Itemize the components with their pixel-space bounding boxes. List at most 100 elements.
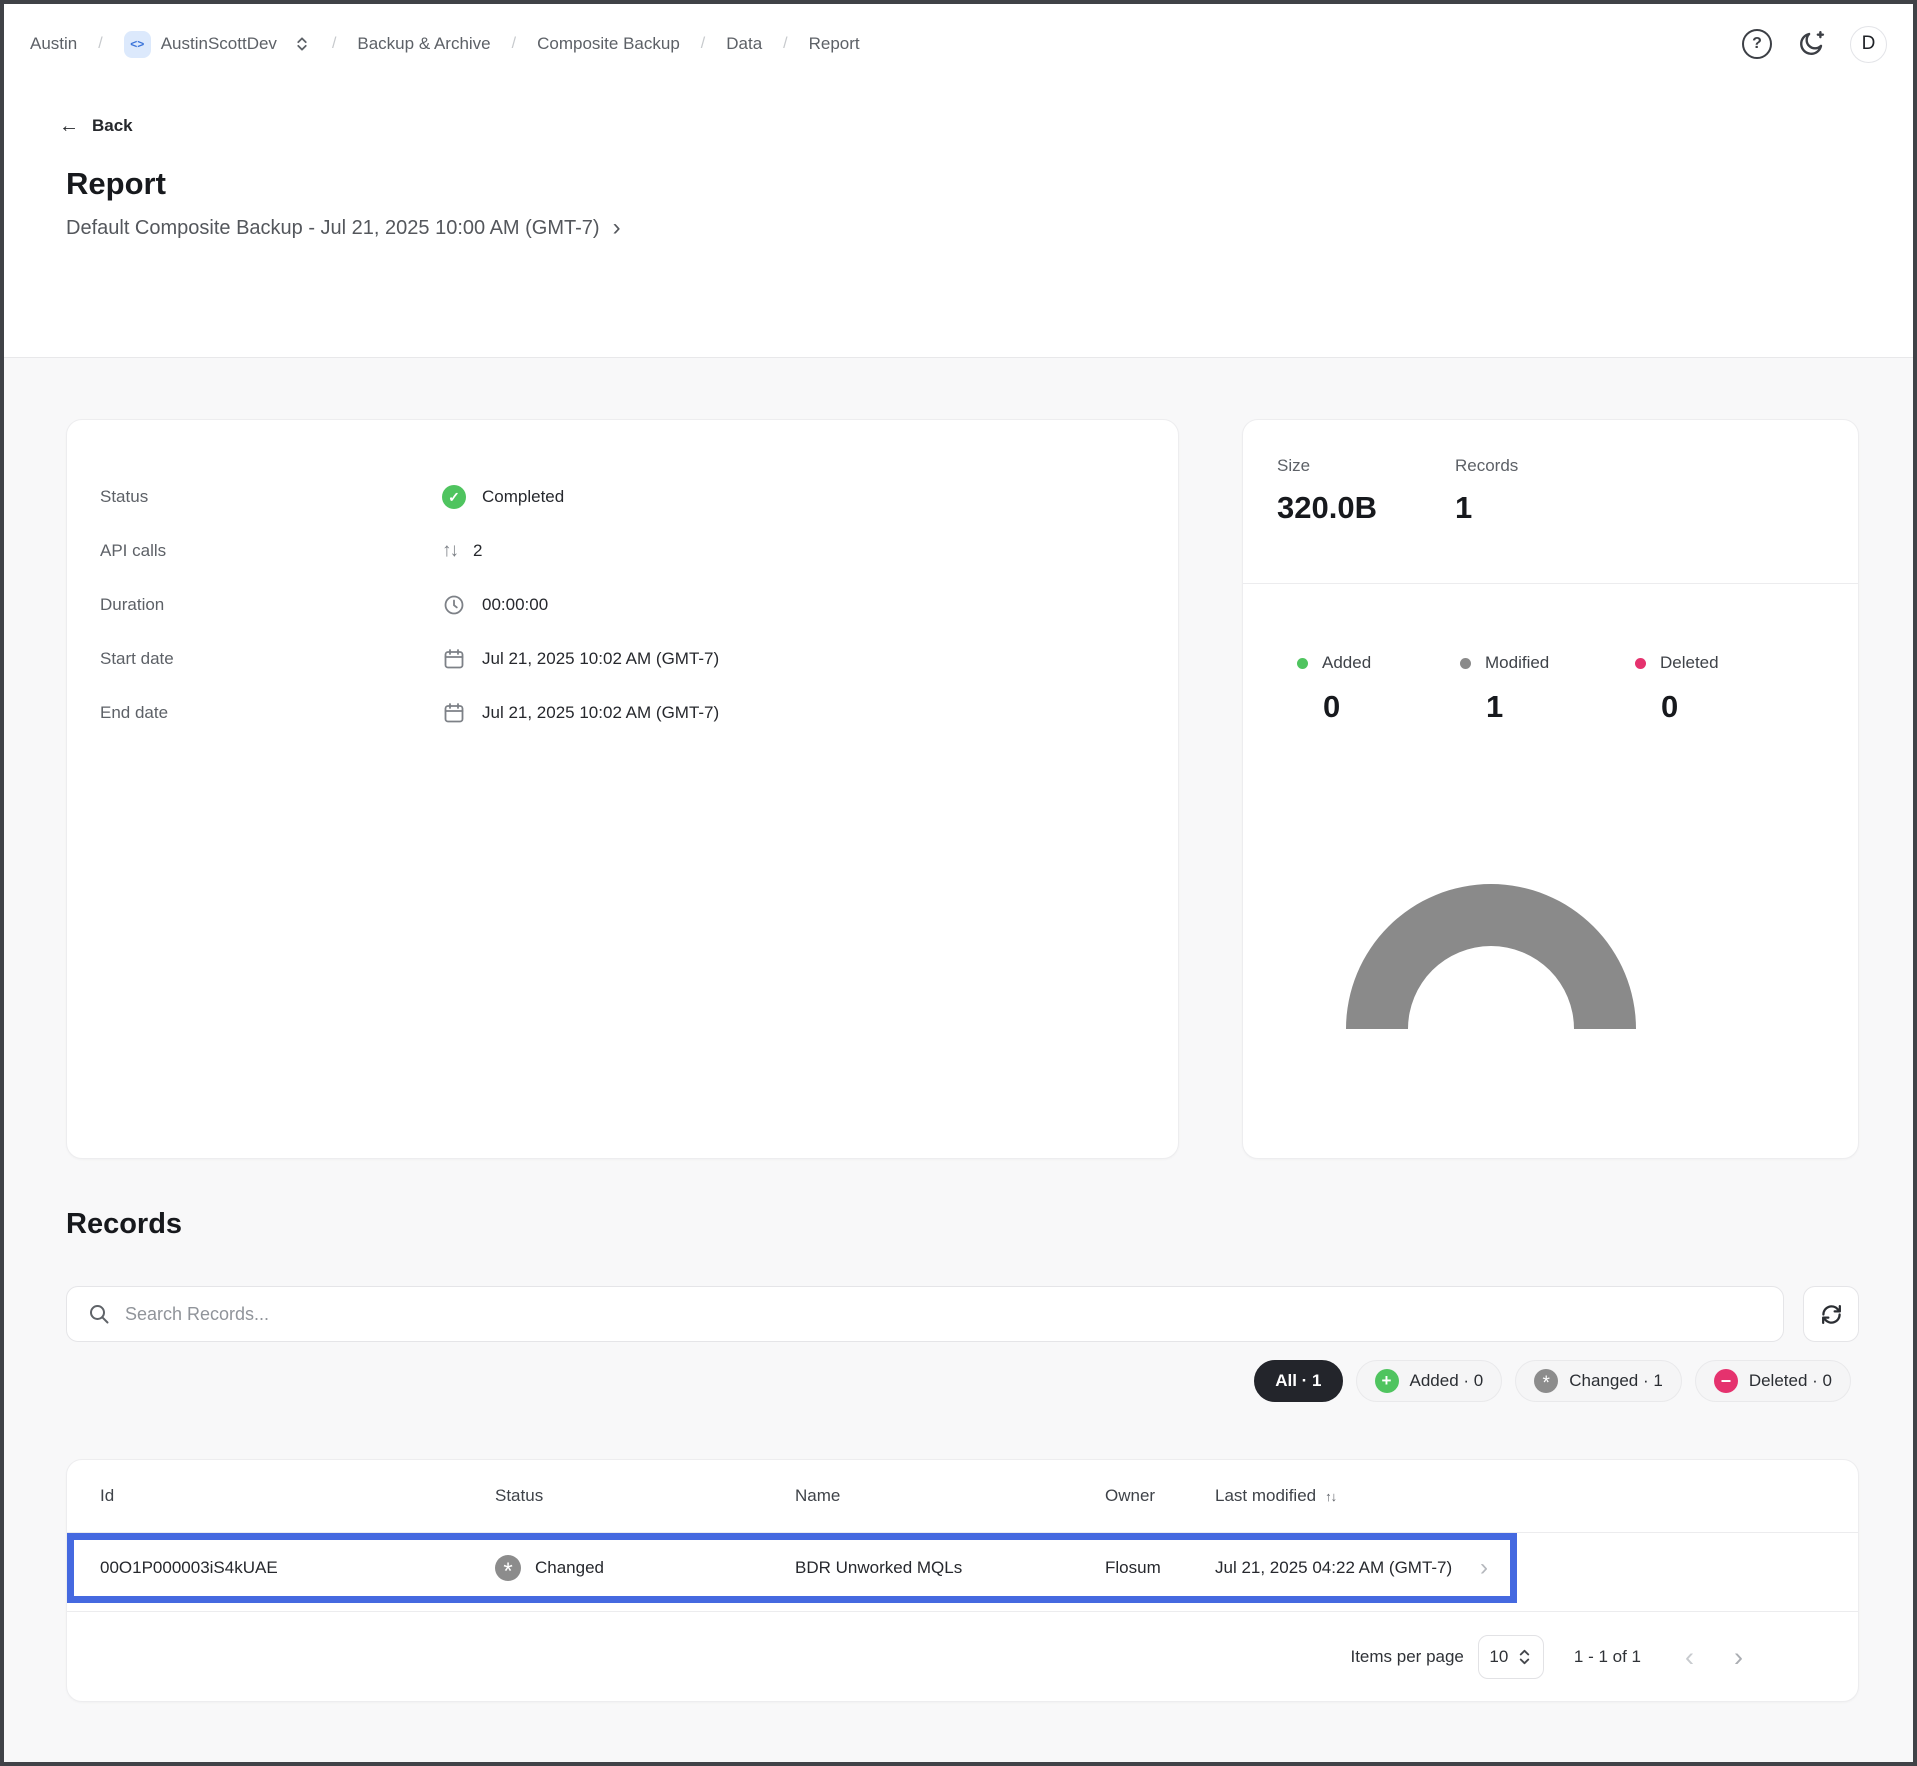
search-bar [66, 1286, 1784, 1342]
detail-label: Duration [100, 595, 442, 615]
breadcrumb-item-report[interactable]: Report [809, 34, 860, 54]
status-text: Changed [535, 1558, 604, 1578]
arrows-up-down-icon: ↑↓ [442, 540, 457, 562]
column-header-last-modified[interactable]: Last modified ↑↓ [1215, 1486, 1550, 1506]
code-icon: <> [124, 31, 151, 58]
detail-row-end-date: End date Jul 21, 2025 10:02 AM (GMT-7) [67, 686, 1178, 740]
api-calls-value: 2 [473, 541, 482, 561]
breadcrumb-separator: / [783, 35, 787, 53]
previous-page-button[interactable]: ‹ [1685, 1642, 1694, 1673]
refresh-button[interactable] [1803, 1286, 1859, 1342]
chevron-right-icon: › [613, 216, 621, 240]
half-donut-chart [1336, 879, 1646, 1031]
records-table: Id Status Name Owner Last modified ↑↓ 00… [66, 1459, 1859, 1702]
back-label: Back [92, 116, 133, 136]
org-selector[interactable]: <> AustinScottDev [124, 31, 311, 58]
breadcrumb-separator: / [98, 35, 102, 53]
filter-chip-changed[interactable]: * Changed · 1 [1515, 1360, 1682, 1402]
avatar[interactable]: D [1850, 26, 1887, 63]
breadcrumb-item-composite-backup[interactable]: Composite Backup [537, 34, 680, 54]
next-page-button[interactable]: › [1734, 1642, 1743, 1673]
page-title: Report [66, 166, 166, 202]
filter-deleted-label: Deleted · 0 [1749, 1371, 1832, 1391]
detail-row-start-date: Start date Jul 21, 2025 10:02 AM (GMT-7) [67, 632, 1178, 686]
detail-label: End date [100, 703, 442, 723]
breadcrumb-item-backup-archive[interactable]: Backup & Archive [357, 34, 490, 54]
row-chevron-right-icon[interactable]: › [1480, 1554, 1488, 1582]
breadcrumb-separator: / [332, 35, 336, 53]
cell-last-modified: Jul 21, 2025 04:22 AM (GMT-7) [1215, 1558, 1510, 1578]
legend-modified-value: 1 [1486, 689, 1549, 725]
detail-row-status: Status ✓ Completed [67, 470, 1178, 524]
legend-added-label: Added [1322, 653, 1371, 673]
column-header-id: Id [100, 1486, 495, 1506]
calendar-icon [442, 701, 466, 725]
size-label: Size [1277, 456, 1455, 476]
plus-circle-icon: + [1375, 1369, 1399, 1393]
legend-deleted-value: 0 [1661, 689, 1719, 725]
back-button[interactable]: ← Back [59, 116, 133, 136]
breadcrumb-item-org: AustinScottDev [161, 34, 277, 54]
status-value: Completed [482, 487, 564, 507]
chevron-up-down-icon [293, 35, 311, 53]
breadcrumb-separator: / [512, 35, 516, 53]
deleted-dot-icon [1635, 658, 1646, 669]
filter-chip-deleted[interactable]: − Deleted · 0 [1695, 1360, 1851, 1402]
row-highlight-box: 00O1P000003iS4kUAE * Changed BDR Unworke… [67, 1533, 1517, 1603]
pagination-range: 1 - 1 of 1 [1574, 1647, 1641, 1667]
changed-asterisk-icon: * [495, 1555, 521, 1581]
help-icon[interactable]: ? [1742, 29, 1772, 59]
items-per-page-label: Items per page [1350, 1647, 1463, 1667]
cell-name: BDR Unworked MQLs [795, 1558, 1105, 1578]
records-count-label: Records [1455, 456, 1518, 476]
start-date-value: Jul 21, 2025 10:02 AM (GMT-7) [482, 649, 719, 669]
dark-mode-moon-icon[interactable] [1796, 29, 1826, 59]
stepper-chevrons-icon [1517, 1648, 1532, 1666]
end-date-value: Jul 21, 2025 10:02 AM (GMT-7) [482, 703, 719, 723]
search-input[interactable] [125, 1304, 1783, 1325]
pagination-bar: Items per page 10 1 - 1 of 1 ‹ › [67, 1612, 1858, 1702]
filter-changed-label: Changed · 1 [1569, 1371, 1663, 1391]
detail-label: API calls [100, 541, 442, 561]
cell-status: * Changed [495, 1555, 795, 1581]
legend-modified-label: Modified [1485, 653, 1549, 673]
modified-dot-icon [1460, 658, 1471, 669]
breadcrumb-separator: / [701, 35, 705, 53]
summary-card: Size 320.0B Records 1 Added 0 Modified 1… [1242, 419, 1859, 1159]
search-icon [87, 1302, 111, 1326]
legend-item-modified: Modified 1 [1460, 653, 1549, 725]
backup-subtitle-text: Default Composite Backup - Jul 21, 2025 … [66, 217, 600, 240]
filter-all-label: All · 1 [1275, 1371, 1321, 1391]
refresh-icon [1818, 1301, 1845, 1328]
legend-item-deleted: Deleted 0 [1635, 653, 1719, 725]
column-header-owner: Owner [1105, 1486, 1215, 1506]
legend-added-value: 0 [1323, 689, 1371, 725]
legend-item-added: Added 0 [1297, 653, 1371, 725]
filter-chip-added[interactable]: + Added · 0 [1356, 1360, 1503, 1402]
check-circle-icon: ✓ [442, 485, 466, 509]
clock-icon [442, 593, 466, 617]
divider [1243, 583, 1858, 584]
breadcrumb-item-austin[interactable]: Austin [30, 34, 77, 54]
size-value: 320.0B [1277, 490, 1455, 526]
items-per-page-select[interactable]: 10 [1478, 1635, 1544, 1679]
filter-chip-all[interactable]: All · 1 [1254, 1360, 1342, 1402]
records-section-heading: Records [66, 1208, 182, 1241]
minus-circle-icon: − [1714, 1369, 1738, 1393]
breadcrumb: Austin / <> AustinScottDev / Backup & Ar… [30, 31, 860, 58]
detail-label: Start date [100, 649, 442, 669]
legend-deleted-label: Deleted [1660, 653, 1719, 673]
items-per-page-value: 10 [1489, 1647, 1508, 1667]
records-count-value: 1 [1455, 490, 1518, 526]
backup-details-card: Status ✓ Completed API calls ↑↓ 2 Durati… [66, 419, 1179, 1159]
column-header-status: Status [495, 1486, 795, 1506]
added-dot-icon [1297, 658, 1308, 669]
breadcrumb-item-data[interactable]: Data [726, 34, 762, 54]
asterisk-circle-icon: * [1534, 1369, 1558, 1393]
detail-row-api-calls: API calls ↑↓ 2 [67, 524, 1178, 578]
table-row[interactable]: 00O1P000003iS4kUAE * Changed BDR Unworke… [74, 1540, 1510, 1596]
column-header-name: Name [795, 1486, 1105, 1506]
cell-owner: Flosum [1105, 1558, 1215, 1578]
duration-value: 00:00:00 [482, 595, 548, 615]
backup-subtitle-link[interactable]: Default Composite Backup - Jul 21, 2025 … [66, 216, 621, 240]
